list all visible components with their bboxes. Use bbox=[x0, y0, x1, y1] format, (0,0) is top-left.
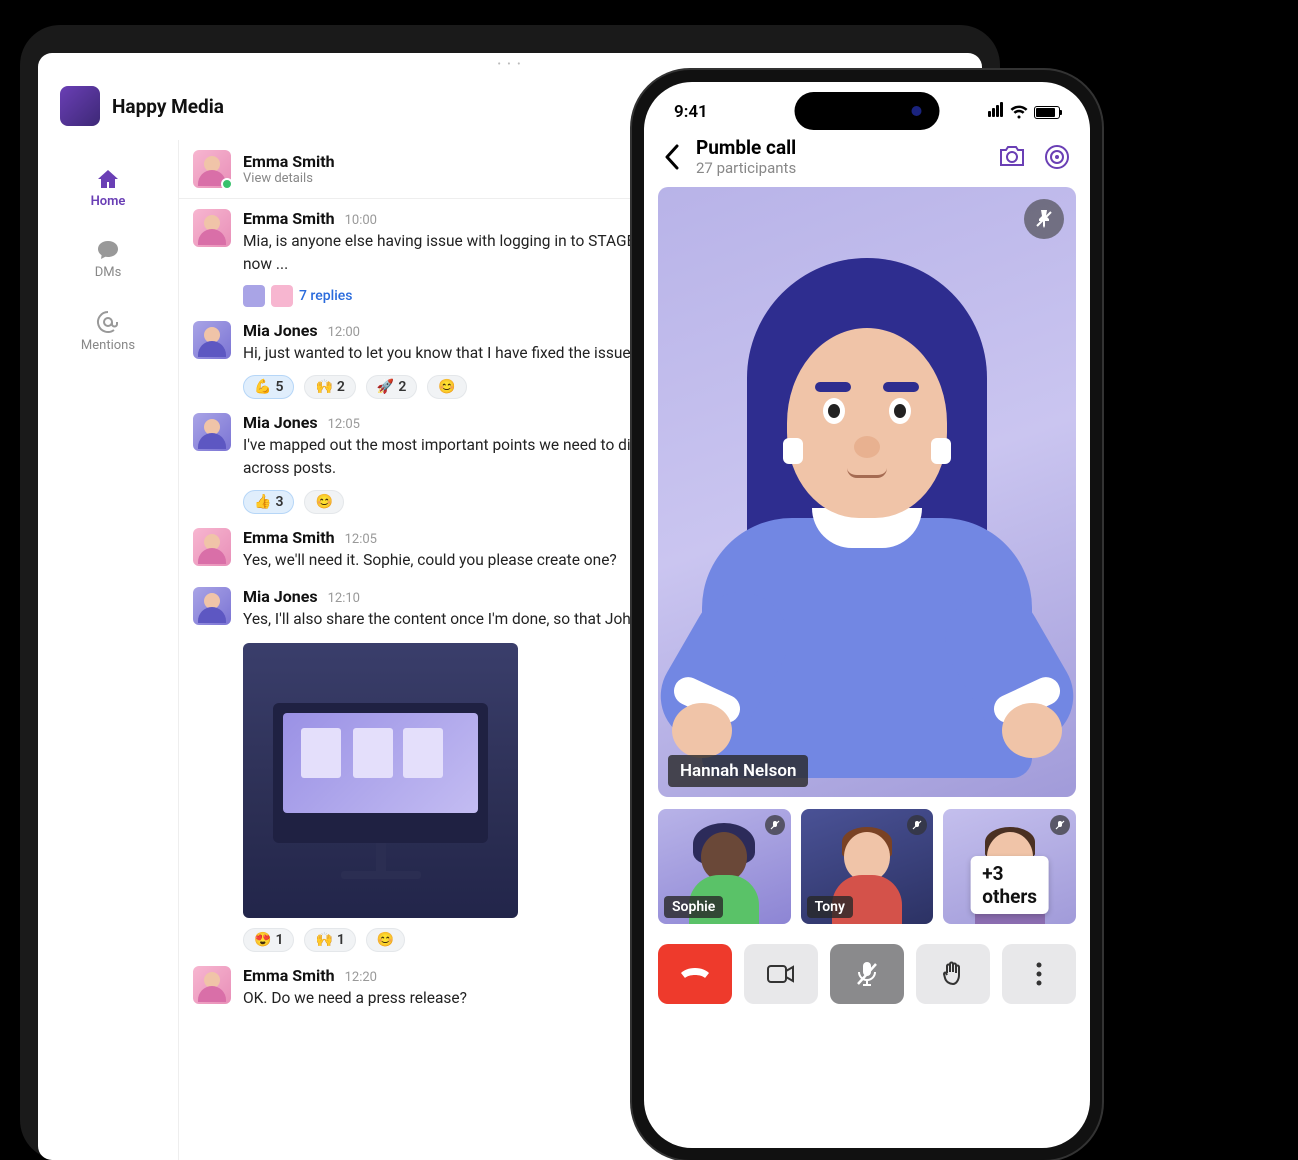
mute-icon bbox=[1050, 815, 1070, 835]
phone-device-frame: 9:41 Pumble call 27 participants bbox=[632, 70, 1102, 1160]
add-reaction-button[interactable]: 😊 bbox=[366, 928, 405, 952]
home-icon bbox=[96, 168, 120, 190]
toggle-mute-button[interactable] bbox=[830, 944, 904, 1004]
participant-thumbnail-others[interactable]: +3 others bbox=[943, 809, 1076, 924]
channel-subtitle: View details bbox=[243, 171, 335, 186]
message-time: 12:10 bbox=[328, 591, 360, 606]
message-time: 12:05 bbox=[345, 532, 377, 547]
avatar[interactable] bbox=[193, 587, 231, 625]
workspace-logo[interactable] bbox=[60, 86, 100, 126]
avatar[interactable] bbox=[193, 966, 231, 1004]
chat-bubble-icon bbox=[96, 239, 120, 261]
cast-icon[interactable] bbox=[1044, 144, 1070, 170]
image-attachment[interactable] bbox=[243, 643, 518, 918]
reaction-count: 2 bbox=[398, 379, 406, 395]
reaction-emoji: 💪 bbox=[254, 379, 271, 395]
reaction-chip[interactable]: 💪5 bbox=[243, 375, 294, 399]
reaction-emoji: 👍 bbox=[254, 494, 271, 510]
thumbnail-name: Sophie bbox=[664, 896, 723, 918]
reaction-chip[interactable]: 🙌2 bbox=[304, 375, 355, 399]
workspace-title: Happy Media bbox=[112, 95, 224, 118]
reaction-emoji: 😍 bbox=[254, 932, 271, 948]
message-time: 12:00 bbox=[328, 325, 360, 340]
active-speaker-name: Hannah Nelson bbox=[668, 755, 808, 787]
reaction-emoji: 😊 bbox=[377, 932, 394, 948]
reaction-emoji: 🙌 bbox=[315, 379, 332, 395]
reaction-count: 1 bbox=[337, 932, 345, 948]
presence-online-icon bbox=[221, 178, 233, 190]
mini-avatar bbox=[243, 285, 265, 307]
reaction-emoji: 🚀 bbox=[377, 379, 394, 395]
battery-icon bbox=[1034, 106, 1060, 119]
participant-thumbnail[interactable]: Tony bbox=[801, 809, 934, 924]
wifi-icon bbox=[1010, 105, 1028, 119]
message-author: Mia Jones bbox=[243, 587, 318, 606]
raise-hand-button[interactable] bbox=[916, 944, 990, 1004]
mute-icon bbox=[765, 815, 785, 835]
channel-name: Emma Smith bbox=[243, 152, 335, 171]
reaction-chip[interactable]: 😍1 bbox=[243, 928, 294, 952]
reaction-chip[interactable]: 🚀2 bbox=[366, 375, 417, 399]
call-header: Pumble call 27 participants bbox=[644, 128, 1090, 187]
end-call-button[interactable] bbox=[658, 944, 732, 1004]
reaction-chip[interactable]: 👍3 bbox=[243, 490, 294, 514]
reaction-count: 5 bbox=[275, 379, 283, 395]
message-author: Emma Smith bbox=[243, 209, 335, 228]
message-time: 12:05 bbox=[328, 417, 360, 432]
back-button[interactable] bbox=[664, 144, 680, 170]
reaction-count: 1 bbox=[275, 932, 283, 948]
avatar[interactable] bbox=[193, 413, 231, 451]
reaction-emoji: 🙌 bbox=[315, 932, 332, 948]
reaction-chip[interactable]: 🙌1 bbox=[304, 928, 355, 952]
message-author: Mia Jones bbox=[243, 413, 318, 432]
phone-notch bbox=[795, 92, 940, 130]
reaction-count: 3 bbox=[275, 494, 283, 510]
status-time: 9:41 bbox=[674, 102, 708, 122]
mini-avatar bbox=[271, 285, 293, 307]
sidebar-item-mentions[interactable]: Mentions bbox=[81, 310, 135, 353]
participants-count: 27 participants bbox=[696, 159, 982, 177]
add-reaction-button[interactable]: 😊 bbox=[304, 490, 343, 514]
message-time: 10:00 bbox=[345, 213, 377, 228]
sidebar-item-label: Home bbox=[91, 194, 126, 209]
sidebar-item-label: DMs bbox=[95, 265, 122, 280]
avatar[interactable] bbox=[193, 528, 231, 566]
more-options-button[interactable] bbox=[1002, 944, 1076, 1004]
reaction-count: 2 bbox=[337, 379, 345, 395]
call-title: Pumble call bbox=[696, 136, 982, 159]
pin-icon[interactable] bbox=[1024, 199, 1064, 239]
others-count-tag: +3 others bbox=[970, 856, 1049, 914]
thread-replies-link[interactable]: 7 replies bbox=[299, 288, 352, 304]
participant-thumbnail[interactable]: Sophie bbox=[658, 809, 791, 924]
sidebar-item-home[interactable]: Home bbox=[91, 168, 126, 209]
thumbnail-name: Tony bbox=[807, 896, 853, 918]
reaction-emoji: 😊 bbox=[438, 379, 455, 395]
avatar bbox=[193, 150, 231, 188]
sidebar-nav: Home DMs Mentions bbox=[38, 140, 178, 1160]
sidebar-item-dms[interactable]: DMs bbox=[95, 239, 122, 280]
participant-thumbnails: Sophie Tony +3 others bbox=[658, 809, 1076, 924]
mute-icon bbox=[907, 815, 927, 835]
call-controls bbox=[658, 944, 1076, 1004]
phone-screen: 9:41 Pumble call 27 participants bbox=[644, 82, 1090, 1148]
toggle-video-button[interactable] bbox=[744, 944, 818, 1004]
add-reaction-button[interactable]: 😊 bbox=[427, 375, 466, 399]
cellular-icon bbox=[988, 102, 1004, 122]
active-speaker-video[interactable]: Hannah Nelson bbox=[658, 187, 1076, 797]
camera-flip-icon[interactable] bbox=[998, 144, 1026, 170]
sidebar-item-label: Mentions bbox=[81, 338, 135, 353]
message-author: Emma Smith bbox=[243, 966, 335, 985]
message-time: 12:20 bbox=[345, 970, 377, 985]
at-icon bbox=[96, 310, 120, 334]
message-author: Mia Jones bbox=[243, 321, 318, 340]
reaction-emoji: 😊 bbox=[315, 494, 332, 510]
message-author: Emma Smith bbox=[243, 528, 335, 547]
avatar[interactable] bbox=[193, 209, 231, 247]
avatar[interactable] bbox=[193, 321, 231, 359]
participant-avatar-3d bbox=[697, 258, 1037, 778]
